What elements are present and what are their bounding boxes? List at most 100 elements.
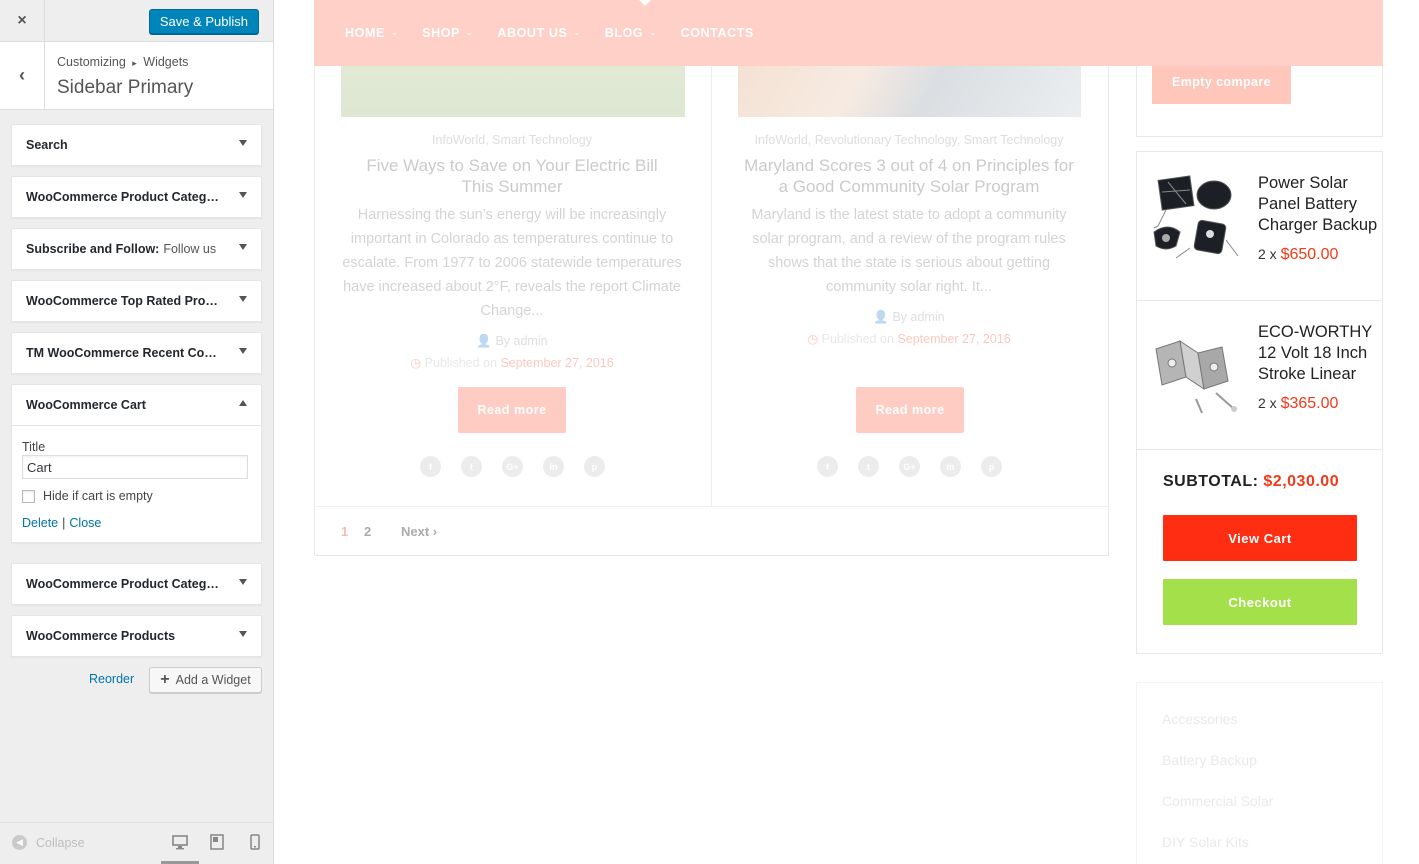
widget-subtitle: Follow us	[163, 242, 217, 256]
widget-top-rated-products[interactable]: WooCommerce Top Rated Produ...	[11, 280, 262, 322]
widget-subscribe-follow[interactable]: Subscribe and Follow: Follow us	[11, 228, 262, 270]
next-page-link[interactable]: Next ›	[401, 524, 437, 539]
widget-product-categories-2[interactable]: WooCommerce Product Categor...	[11, 563, 262, 605]
chevron-down-icon[interactable]	[239, 296, 247, 302]
desktop-icon[interactable]	[172, 834, 188, 850]
title-input[interactable]	[22, 455, 248, 479]
nav-home[interactable]: HOME ⌄	[345, 26, 398, 40]
pagination: 1 2 Next ›	[314, 506, 1109, 556]
tablet-icon[interactable]	[209, 834, 225, 850]
product-thumbnail[interactable]	[1146, 170, 1244, 268]
breadcrumb-separator: ▸	[132, 58, 137, 68]
widget-search[interactable]: Search	[11, 124, 262, 166]
category-link[interactable]: Accessories	[1162, 711, 1237, 727]
close-link[interactable]: Close	[69, 516, 101, 530]
product-name[interactable]: ECO-WORTHY 12 Volt 18 Inch Stroke Linear	[1258, 322, 1378, 385]
facebook-icon[interactable]: f	[817, 456, 838, 477]
read-more-button[interactable]: Read more	[856, 387, 964, 433]
price: $365.00	[1280, 395, 1339, 412]
nav-blog[interactable]: BLOG ⌄	[605, 26, 657, 40]
save-publish-button[interactable]: Save & Publish	[148, 9, 259, 34]
pinterest-icon[interactable]: p	[981, 456, 1002, 477]
nav-contacts[interactable]: CONTACTS	[681, 26, 754, 40]
product-thumbnail[interactable]	[1146, 319, 1244, 417]
delete-link[interactable]: Delete	[22, 516, 58, 530]
chevron-down-icon[interactable]	[239, 244, 247, 250]
reorder-link[interactable]: Reorder	[89, 672, 134, 686]
nav-about[interactable]: ABOUT US ⌄	[497, 26, 580, 40]
nav-label: ABOUT US	[497, 26, 568, 40]
published-label: Published on	[821, 332, 894, 346]
breadcrumb: Customizing ▸ Widgets	[57, 55, 188, 69]
chevron-down-icon: ⌄	[649, 27, 657, 37]
user-icon: 👤	[476, 334, 496, 348]
customizer-header: × Save & Publish	[0, 0, 273, 42]
add-widget-button[interactable]: + Add a Widget	[149, 667, 262, 693]
checkout-button[interactable]: Checkout	[1163, 579, 1357, 625]
social-share: f t G+ in p	[817, 456, 1022, 477]
hide-if-empty-checkbox[interactable]: Hide if cart is empty	[22, 489, 251, 503]
categories-widget: Accessories Battery Backup Commercial So…	[1136, 682, 1383, 864]
category-link[interactable]: Battery Backup	[1162, 752, 1257, 768]
main-navigation: HOME ⌄ SHOP ⌄ ABOUT US ⌄ BLOG ⌄ CONTACTS	[314, 0, 1383, 66]
chevron-down-icon[interactable]	[239, 631, 247, 637]
widget-recent-compare[interactable]: TM WooCommerce Recent Comp...	[11, 332, 262, 374]
widget-title: Search	[26, 138, 68, 152]
chevron-down-icon[interactable]	[239, 192, 247, 198]
widget-actions: Delete | Close	[22, 516, 251, 530]
cart-item: ECO-WORTHY 12 Volt 18 Inch Stroke Linear…	[1137, 301, 1382, 450]
category-link[interactable]: DIY Solar Kits	[1162, 834, 1249, 850]
chevron-up-icon[interactable]	[239, 400, 247, 406]
google-plus-icon[interactable]: G+	[899, 456, 920, 477]
widget-cart[interactable]: WooCommerce Cart Title Hide if cart is e…	[11, 384, 262, 543]
post-categories[interactable]: InfoWorld, Revolutionary Technology, Sma…	[729, 133, 1089, 147]
nav-shop[interactable]: SHOP ⌄	[422, 26, 473, 40]
read-more-button[interactable]: Read more	[458, 387, 566, 433]
widget-cart-form: Title Hide if cart is empty Delete |Close	[12, 425, 261, 542]
linkedin-icon[interactable]: in	[543, 456, 564, 477]
close-icon[interactable]: ×	[0, 0, 45, 42]
twitter-icon[interactable]: t	[461, 456, 482, 477]
widget-title: WooCommerce Cart	[26, 398, 146, 412]
collapse-button[interactable]: ◀ Collapse	[12, 835, 85, 850]
product-name[interactable]: Power Solar Panel Battery Charger Backup	[1258, 173, 1378, 236]
chevron-down-icon: ⌄	[573, 27, 581, 37]
checkbox[interactable]	[22, 489, 35, 503]
collapse-icon: ◀	[12, 835, 27, 850]
empty-compare-button[interactable]: Empty compare	[1152, 60, 1291, 104]
post-author[interactable]: 👤 By admin	[332, 334, 692, 349]
view-cart-button[interactable]: View Cart	[1163, 515, 1357, 561]
product-price: 2 x $650.00	[1258, 246, 1338, 264]
twitter-icon[interactable]: t	[858, 456, 879, 477]
post-categories[interactable]: InfoWorld, Smart Technology	[332, 133, 692, 147]
page-1[interactable]: 1	[341, 524, 348, 539]
user-icon: 👤	[873, 310, 893, 324]
back-arrow-icon[interactable]: ‹	[0, 42, 45, 109]
post-divider	[711, 0, 712, 506]
post-title[interactable]: Maryland Scores 3 out of 4 on Principles…	[729, 155, 1089, 197]
linkedin-icon[interactable]: in	[940, 456, 961, 477]
chevron-down-icon[interactable]	[239, 140, 247, 146]
widget-products[interactable]: WooCommerce Products	[11, 615, 262, 657]
mobile-icon[interactable]	[247, 834, 263, 850]
pinterest-icon[interactable]: p	[584, 456, 605, 477]
checkbox-label: Hide if cart is empty	[43, 489, 153, 503]
customizer-panel: × Save & Publish ‹ Customizing ▸ Widgets…	[0, 0, 274, 864]
subtotal-value: $2,030.00	[1263, 473, 1340, 490]
facebook-icon[interactable]: f	[420, 456, 441, 477]
post-author[interactable]: 👤 By admin	[729, 310, 1089, 325]
clock-icon: ◷	[807, 332, 822, 346]
price: $650.00	[1280, 246, 1339, 263]
chevron-down-icon[interactable]	[239, 348, 247, 354]
section-header: ‹ Customizing ▸ Widgets Sidebar Primary	[0, 42, 273, 110]
post-date: ◷ Published on September 27, 2016	[729, 331, 1089, 346]
chevron-down-icon[interactable]	[239, 579, 247, 585]
plus-icon: +	[160, 671, 170, 688]
widget-product-categories-1[interactable]: WooCommerce Product Categor...	[11, 176, 262, 218]
post-title[interactable]: Five Ways to Save on Your Electric Bill …	[332, 155, 692, 197]
category-link[interactable]: Commercial Solar	[1162, 793, 1273, 809]
subtotal-label: SUBTOTAL:	[1163, 473, 1259, 490]
page-2[interactable]: 2	[364, 524, 371, 539]
google-plus-icon[interactable]: G+	[502, 456, 523, 477]
collapse-label: Collapse	[36, 835, 85, 850]
